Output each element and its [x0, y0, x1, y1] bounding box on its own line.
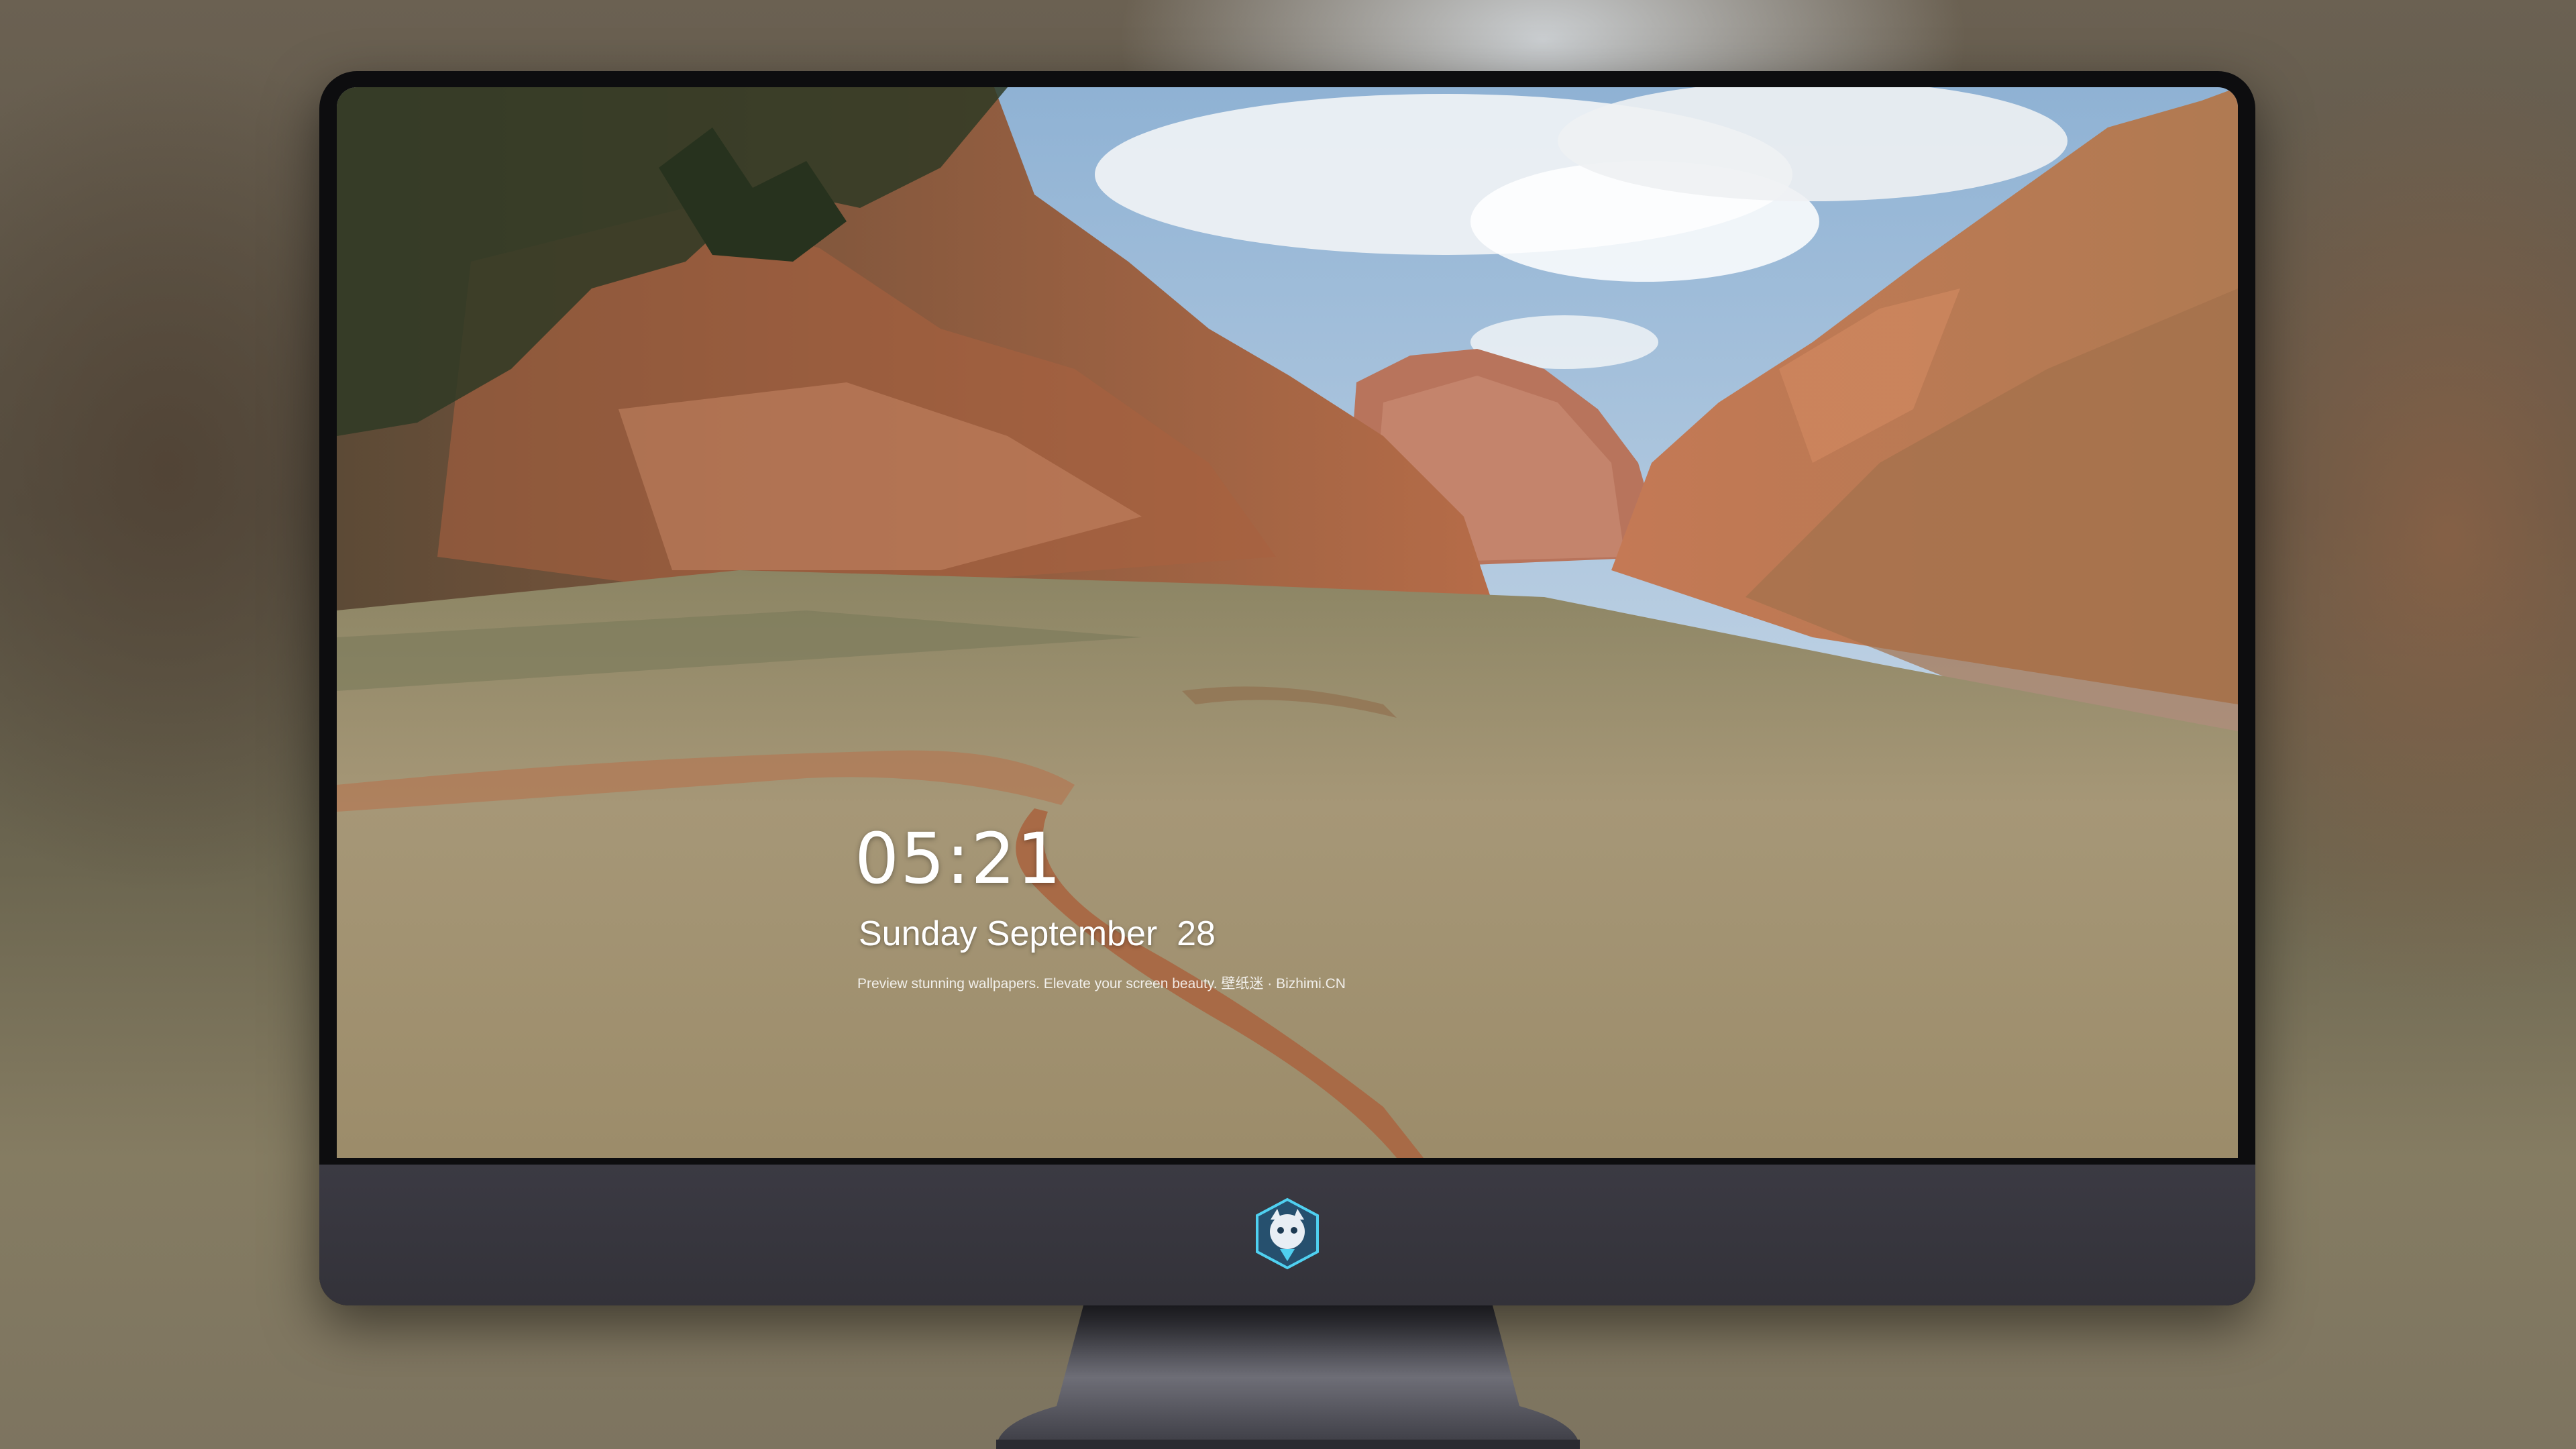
canyon-wallpaper	[337, 87, 2238, 1158]
wallpaper-tagline: Preview stunning wallpapers. Elevate you…	[857, 976, 1346, 991]
monitor-stand	[996, 1305, 1580, 1449]
lock-screen-date: Sunday September 28	[859, 914, 1216, 953]
lock-screen-time: 05:21	[855, 818, 1063, 900]
mascot-logo-icon	[1256, 1197, 1319, 1270]
lock-screen: 05:21 Sunday September 28 Preview stunni…	[337, 87, 2238, 1158]
monitor: 05:21 Sunday September 28 Preview stunni…	[319, 71, 2255, 1305]
monitor-chin	[319, 1165, 2255, 1305]
